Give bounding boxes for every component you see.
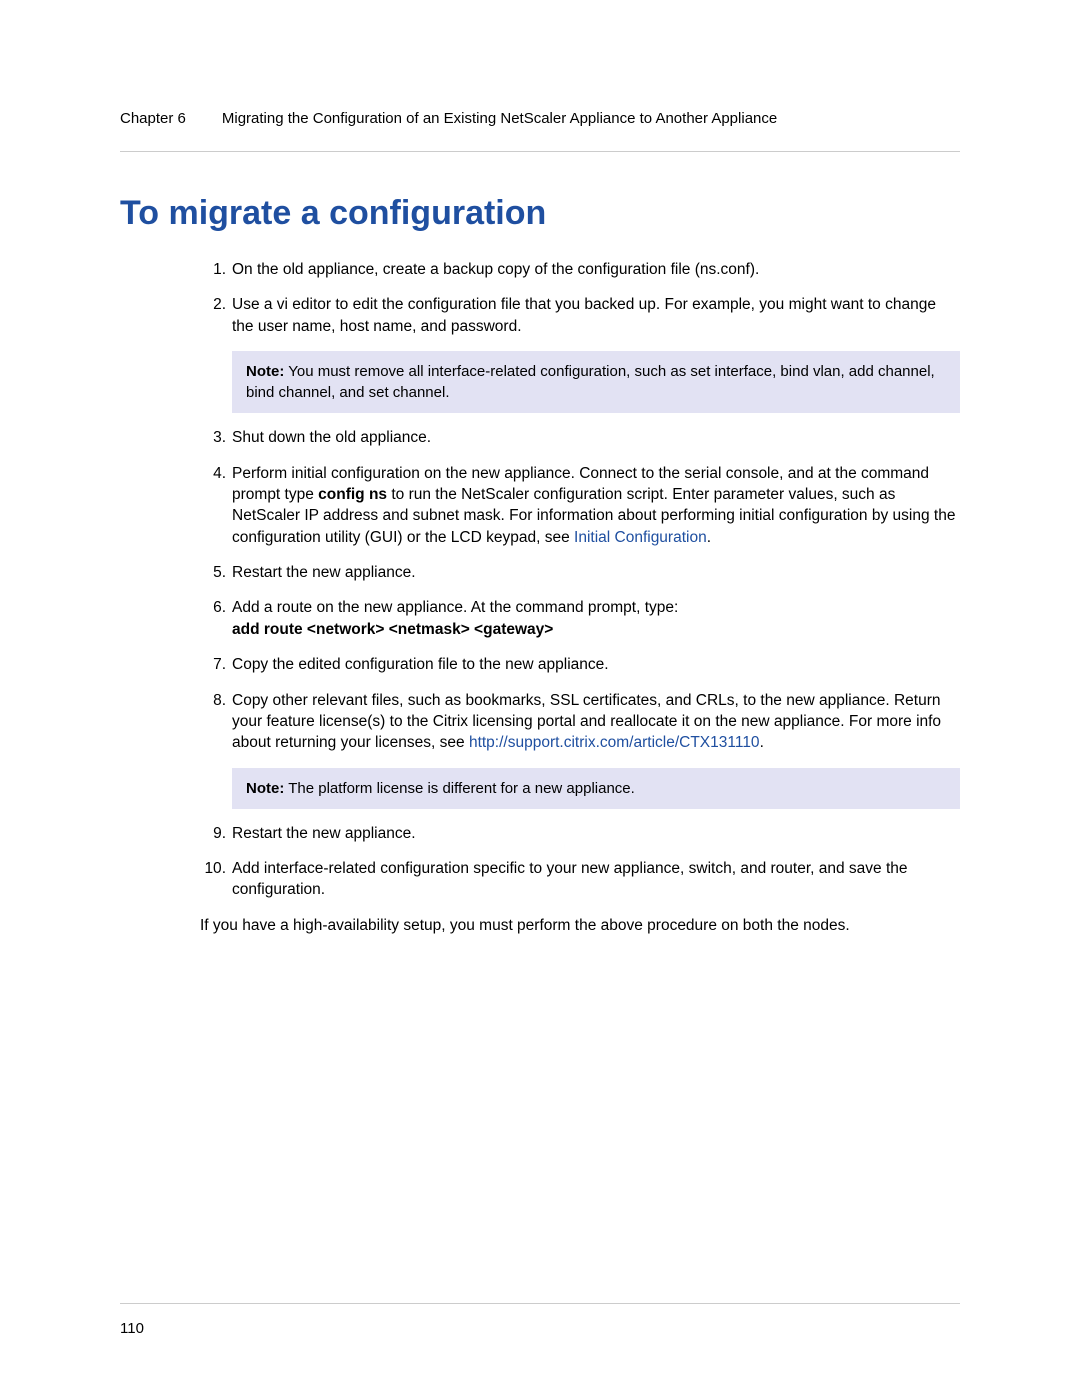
step-text: Restart the new appliance.	[232, 825, 416, 842]
step-text: Add a route on the new appliance. At the…	[232, 599, 678, 616]
step-bold: config ns	[318, 486, 387, 503]
step-text: On the old appliance, create a backup co…	[232, 261, 759, 278]
step-10: Add interface-related configuration spec…	[210, 858, 960, 901]
step-text-c: .	[707, 529, 711, 546]
step-8: Copy other relevant files, such as bookm…	[210, 690, 960, 809]
step-4: Perform initial configuration on the new…	[210, 463, 960, 549]
note-label: Note:	[246, 780, 284, 797]
step-2: Use a vi editor to edit the configuratio…	[210, 294, 960, 413]
step-3: Shut down the old appliance.	[210, 427, 960, 448]
step-text: Add interface-related configuration spec…	[232, 860, 908, 898]
note-label: Note:	[246, 363, 284, 380]
note-text: You must remove all interface-related co…	[246, 363, 935, 401]
note-box: Note: You must remove all interface-rela…	[232, 351, 960, 413]
step-text: Copy the edited configuration file to th…	[232, 656, 609, 673]
support-url-link[interactable]: http://support.citrix.com/article/CTX131…	[469, 734, 760, 751]
initial-config-link[interactable]: Initial Configuration	[574, 529, 707, 546]
note-box: Note: The platform license is different …	[232, 768, 960, 809]
chapter-title: Migrating the Configuration of an Existi…	[222, 110, 960, 127]
step-text: Restart the new appliance.	[232, 564, 416, 581]
note-text: The platform license is different for a …	[284, 780, 634, 797]
page-container: Chapter 6 Migrating the Configuration of…	[0, 0, 1080, 1397]
step-text-b: .	[760, 734, 764, 751]
step-9: Restart the new appliance.	[210, 823, 960, 844]
step-5: Restart the new appliance.	[210, 562, 960, 583]
step-7: Copy the edited configuration file to th…	[210, 654, 960, 675]
steps-list: On the old appliance, create a backup co…	[120, 259, 960, 901]
section-heading: To migrate a configuration	[120, 194, 960, 233]
step-1: On the old appliance, create a backup co…	[210, 259, 960, 280]
step-6: Add a route on the new appliance. At the…	[210, 597, 960, 640]
chapter-label: Chapter 6	[120, 110, 186, 127]
step-command: add route <network> <netmask> <gateway>	[232, 621, 553, 638]
closing-text: If you have a high-availability setup, y…	[120, 915, 960, 936]
page-number: 110	[120, 1320, 144, 1337]
page-header: Chapter 6 Migrating the Configuration of…	[120, 110, 960, 152]
page-footer: 110	[120, 1303, 960, 1337]
step-text: Use a vi editor to edit the configuratio…	[232, 296, 936, 334]
step-text: Shut down the old appliance.	[232, 429, 431, 446]
content-body: On the old appliance, create a backup co…	[120, 259, 960, 936]
